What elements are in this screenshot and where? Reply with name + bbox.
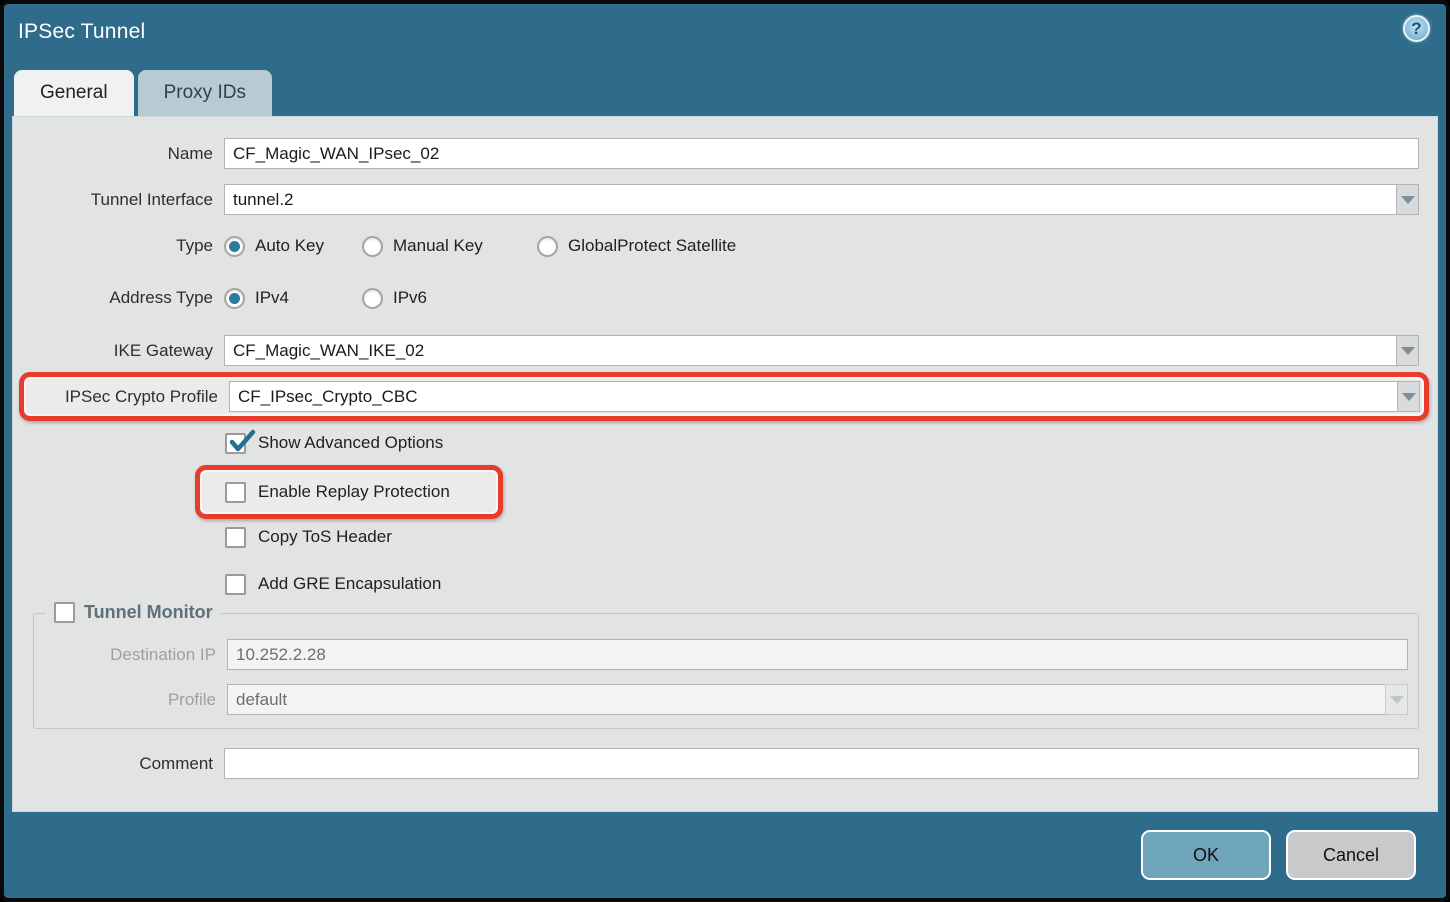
checkbox-checked-icon	[225, 433, 246, 454]
radio-button-icon	[362, 288, 383, 309]
radio-button-icon	[537, 236, 558, 257]
destination-ip-input	[227, 639, 1408, 670]
tunnel-interface-dropdown-trigger[interactable]	[1396, 184, 1419, 215]
chevron-down-icon	[1401, 196, 1415, 204]
dialog-footer: OK Cancel	[4, 812, 1446, 898]
dialog-title-bar: IPSec Tunnel ?	[4, 4, 1446, 66]
profile-dropdown-trigger	[1385, 684, 1408, 715]
show-advanced-options-row[interactable]: Show Advanced Options	[13, 430, 1437, 456]
profile-label: Profile	[44, 690, 216, 710]
ipsec-tunnel-dialog: IPSec Tunnel ? General Proxy IDs Name Tu…	[0, 0, 1450, 902]
tunnel-interface-row: Tunnel Interface	[13, 184, 1437, 215]
profile-input	[227, 684, 1385, 715]
radio-button-icon	[362, 236, 383, 257]
copy-tos-header-label: Copy ToS Header	[258, 527, 392, 547]
ipsec-crypto-profile-label: IPSec Crypto Profile	[28, 387, 218, 407]
name-row: Name	[13, 138, 1437, 169]
help-icon[interactable]: ?	[1403, 15, 1430, 42]
type-row: Type Auto Key Manual Key GlobalProtect S…	[13, 232, 1437, 260]
tunnel-monitor-fieldset: Tunnel Monitor Destination IP Profile	[33, 613, 1419, 729]
radio-ipv6[interactable]: IPv6	[362, 288, 427, 309]
tab-proxy-ids[interactable]: Proxy IDs	[138, 70, 272, 116]
destination-ip-row: Destination IP	[34, 639, 1418, 670]
chevron-down-icon	[1390, 696, 1404, 704]
cancel-button[interactable]: Cancel	[1286, 830, 1416, 880]
copy-tos-header-row[interactable]: Copy ToS Header	[13, 524, 1437, 550]
ike-gateway-combo	[224, 335, 1419, 366]
ike-gateway-label: IKE Gateway	[23, 341, 213, 361]
add-gre-encapsulation-row[interactable]: Add GRE Encapsulation	[13, 571, 1437, 597]
ipsec-crypto-profile-row: IPSec Crypto Profile	[24, 381, 1424, 412]
tunnel-interface-input[interactable]	[224, 184, 1396, 215]
ike-gateway-dropdown-trigger[interactable]	[1396, 335, 1419, 366]
profile-combo	[227, 684, 1408, 715]
radio-auto-key[interactable]: Auto Key	[224, 236, 362, 257]
enable-replay-protection-label: Enable Replay Protection	[258, 482, 450, 502]
ike-gateway-input[interactable]	[224, 335, 1396, 366]
address-type-label: Address Type	[23, 288, 213, 308]
profile-row: Profile	[34, 684, 1418, 715]
ipsec-crypto-profile-combo	[229, 381, 1420, 412]
radio-ipv4[interactable]: IPv4	[224, 288, 362, 309]
tab-bar: General Proxy IDs	[14, 70, 272, 116]
tunnel-monitor-label: Tunnel Monitor	[84, 602, 213, 623]
tunnel-monitor-legend[interactable]: Tunnel Monitor	[46, 602, 221, 623]
ipsec-crypto-profile-input[interactable]	[229, 381, 1397, 412]
enable-replay-protection-row[interactable]: Enable Replay Protection	[225, 479, 498, 505]
show-advanced-options-label: Show Advanced Options	[258, 433, 443, 453]
destination-ip-label: Destination IP	[44, 645, 216, 665]
comment-input[interactable]	[224, 748, 1419, 779]
radio-manual-key[interactable]: Manual Key	[362, 236, 537, 257]
chevron-down-icon	[1401, 347, 1415, 355]
radio-button-icon	[224, 288, 245, 309]
crypto-profile-highlight: IPSec Crypto Profile	[19, 372, 1429, 421]
name-input[interactable]	[224, 138, 1419, 169]
radio-button-icon	[224, 236, 245, 257]
checkbox-unchecked-icon	[225, 527, 246, 548]
ike-gateway-row: IKE Gateway	[13, 335, 1437, 366]
ok-button[interactable]: OK	[1141, 830, 1271, 880]
radio-globalprotect-satellite[interactable]: GlobalProtect Satellite	[537, 236, 736, 257]
checkbox-unchecked-icon	[54, 602, 75, 623]
ipsec-crypto-profile-dropdown-trigger[interactable]	[1397, 381, 1420, 412]
checkbox-unchecked-icon	[225, 482, 246, 503]
comment-label: Comment	[23, 754, 213, 774]
type-label: Type	[23, 236, 213, 256]
comment-row: Comment	[13, 748, 1437, 779]
checkbox-unchecked-icon	[225, 574, 246, 595]
chevron-down-icon	[1402, 393, 1416, 401]
tunnel-interface-combo	[224, 184, 1419, 215]
add-gre-encapsulation-label: Add GRE Encapsulation	[258, 574, 441, 594]
tab-general[interactable]: General	[14, 70, 134, 116]
address-type-row: Address Type IPv4 IPv6	[13, 284, 1437, 312]
dialog-title: IPSec Tunnel	[18, 20, 145, 44]
replay-protection-highlight: Enable Replay Protection	[195, 465, 503, 519]
general-tab-panel: Name Tunnel Interface Type Auto Key Manu…	[12, 116, 1438, 812]
name-label: Name	[23, 144, 213, 164]
tunnel-interface-label: Tunnel Interface	[23, 190, 213, 210]
